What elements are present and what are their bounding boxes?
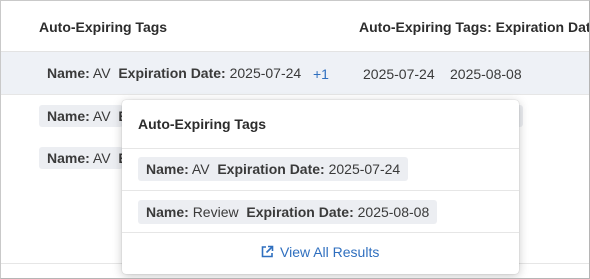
- tag-date-label: Expiration Date:: [217, 161, 325, 177]
- tag-name-value: AV: [92, 150, 111, 166]
- tag-chip: Name: AV Expiration Date: 2025-07-24: [39, 62, 309, 84]
- tag-date-value: 2025-08-08: [357, 204, 430, 220]
- results-table: Auto-Expiring Tags Auto-Expiring Tags: E…: [0, 0, 590, 279]
- tag-date-label: Expiration Date:: [246, 204, 354, 220]
- view-all-results-link[interactable]: View All Results: [260, 244, 379, 260]
- divider: [122, 190, 519, 191]
- tag-name-value: Review: [192, 204, 239, 220]
- column-header-expiration-date[interactable]: Auto-Expiring Tags: Expiration Date: [359, 19, 589, 35]
- external-link-icon: [260, 245, 274, 259]
- divider: [122, 232, 519, 233]
- tag-name-label: Name:: [47, 65, 90, 81]
- more-tags-link[interactable]: +1: [313, 66, 329, 82]
- popover-tag-chip: Name: Review Expiration Date: 2025-08-08: [138, 200, 438, 224]
- view-all-results-label: View All Results: [280, 244, 380, 260]
- table-row[interactable]: Name: AV Expiration Date: 2025-07-24 +1 …: [1, 52, 589, 95]
- column-header-auto-expiring-tags[interactable]: Auto-Expiring Tags: [39, 19, 167, 35]
- tag-name-label: Name:: [146, 161, 189, 177]
- tag-date-value: 2025-07-24: [328, 161, 401, 177]
- tag-name-label: Name:: [47, 108, 90, 124]
- tag-name-label: Name:: [146, 204, 189, 220]
- divider: [122, 148, 519, 149]
- tag-chip: Name: AV E: [39, 105, 123, 127]
- expiration-date-value: 2025-07-24: [363, 66, 435, 82]
- popover-tag-chip: Name: AV Expiration Date: 2025-07-24: [138, 157, 409, 181]
- tag-name-value: AV: [191, 161, 210, 177]
- tag-chip: Name: AV E: [39, 147, 123, 169]
- tag-date-value: 2025-07-24: [229, 65, 302, 81]
- tag-date-label: Expiration Date:: [118, 65, 226, 81]
- tag-name-value: AV: [92, 65, 111, 81]
- tag-name-value: AV: [92, 108, 111, 124]
- tag-name-label: Name:: [47, 150, 90, 166]
- table-header: Auto-Expiring Tags Auto-Expiring Tags: E…: [1, 1, 589, 52]
- popover-title: Auto-Expiring Tags: [138, 116, 267, 132]
- expiration-date-value: 2025-08-08: [450, 66, 522, 82]
- tags-popover: Auto-Expiring Tags Name: AV Expiration D…: [122, 100, 519, 274]
